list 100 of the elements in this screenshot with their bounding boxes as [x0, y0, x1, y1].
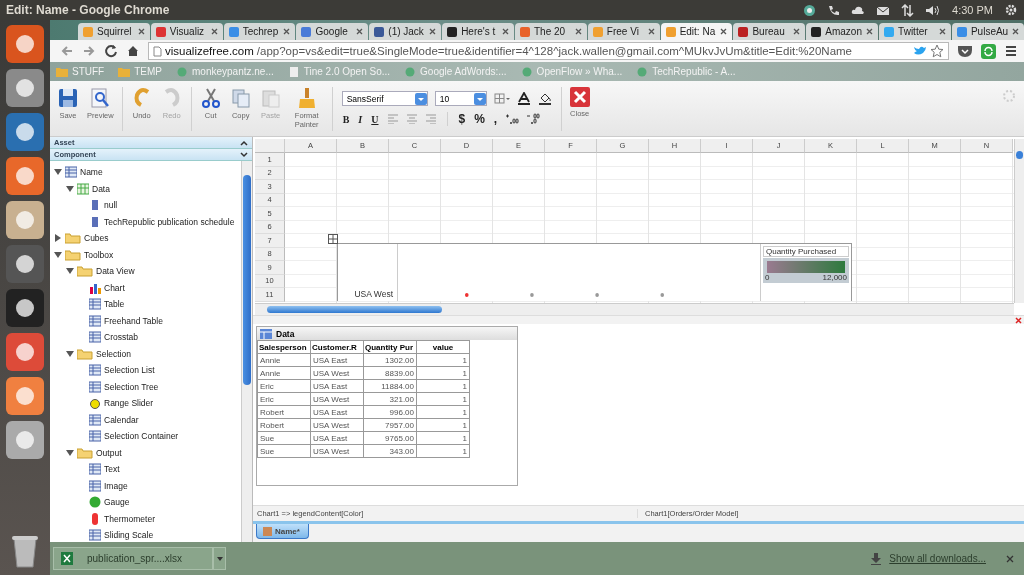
borders-icon[interactable]: [493, 92, 510, 105]
tree-item[interactable]: Freehand Table: [104, 315, 163, 326]
tree-item[interactable]: Cubes: [84, 233, 109, 244]
tree-item[interactable]: Selection Tree: [104, 381, 159, 392]
decrease-decimal-icon[interactable]: [526, 113, 541, 125]
scrollbar[interactable]: [241, 161, 252, 542]
number-format-button[interactable]: $: [457, 112, 467, 126]
app-launcher-icon[interactable]: [5, 332, 45, 372]
scrollbar[interactable]: [255, 303, 1014, 315]
tree-item[interactable]: Crosstab: [104, 332, 138, 343]
tree-item[interactable]: Name: [80, 167, 103, 178]
font-dropdown[interactable]: SansSerif: [341, 91, 428, 106]
browser-tab[interactable]: Edit: Na: [660, 23, 733, 40]
expander-icon[interactable]: [66, 267, 74, 276]
close-icon[interactable]: [137, 28, 145, 35]
tree-item[interactable]: Table: [104, 299, 125, 310]
phone-icon[interactable]: [827, 3, 841, 17]
app-launcher-icon[interactable]: [5, 68, 45, 108]
browser-tab[interactable]: Squirrel: [78, 23, 150, 40]
browser-tab[interactable]: Techrep: [223, 23, 296, 40]
url-field[interactable]: visualizefree.com /app?op=vs&edit=true&SingleMode=true&identifier=4^128^jack.wallen@gmail.com^MUkvJvUm&title=Edit:%20Name: [148, 42, 949, 60]
tree-item[interactable]: Sliding Scale: [104, 530, 154, 541]
number-format-button[interactable]: %: [473, 112, 486, 126]
browser-tab[interactable]: The 20: [514, 23, 587, 40]
expander-icon[interactable]: [66, 448, 74, 457]
expander-icon[interactable]: [54, 168, 62, 177]
app-launcher-icon[interactable]: [5, 112, 45, 152]
browser-tab[interactable]: Google: [296, 23, 369, 40]
scrollbar[interactable]: [1014, 139, 1024, 303]
increase-decimal-icon[interactable]: [505, 113, 520, 125]
close-icon[interactable]: [647, 28, 655, 35]
column-header[interactable]: Quantity Pur: [363, 340, 417, 354]
expander-icon[interactable]: [66, 184, 74, 193]
text-style-button[interactable]: B: [341, 113, 351, 125]
close-icon[interactable]: [793, 28, 801, 35]
close-icon[interactable]: [1015, 316, 1022, 324]
caret-button[interactable]: [213, 547, 226, 570]
browser-tab[interactable]: Bureau: [733, 23, 806, 40]
font-color-icon[interactable]: [516, 92, 531, 105]
close-icon[interactable]: [720, 28, 728, 35]
browser-tab[interactable]: Here's t: [442, 23, 514, 40]
column-header[interactable]: Salesperson: [257, 340, 311, 354]
pocket-icon[interactable]: [957, 44, 973, 58]
chart-frame[interactable]: USA West Quantity Purchased 0 12,000: [337, 243, 852, 301]
app-launcher-icon[interactable]: [5, 200, 45, 240]
app-launcher-icon[interactable]: [5, 24, 45, 64]
tree-item[interactable]: Selection Container: [104, 431, 179, 442]
text-style-button[interactable]: U: [370, 113, 380, 125]
close-icon[interactable]: [1011, 28, 1019, 35]
close-icon[interactable]: [501, 28, 509, 35]
tree-item[interactable]: Range Slider: [104, 398, 154, 409]
browser-tab[interactable]: Visualiz: [150, 23, 223, 40]
fill-color-icon[interactable]: [537, 92, 552, 105]
star-icon[interactable]: [930, 44, 944, 58]
size-dropdown[interactable]: 10: [434, 91, 487, 106]
tree-item[interactable]: null: [104, 200, 118, 211]
tree-item[interactable]: Output: [96, 447, 122, 458]
download-item[interactable]: publication_spr....xlsx: [53, 547, 213, 570]
tree-item[interactable]: Text: [104, 464, 120, 475]
trash-icon[interactable]: [10, 533, 40, 569]
close-icon[interactable]: [574, 28, 582, 35]
close-icon[interactable]: [210, 28, 218, 35]
close-icon[interactable]: [356, 28, 364, 35]
tree-item[interactable]: TechRepublic publication schedule: [104, 216, 235, 227]
app-launcher-icon[interactable]: [5, 244, 45, 284]
expander-icon[interactable]: [54, 250, 62, 259]
tree-item[interactable]: Gauge: [104, 497, 130, 508]
app-launcher-icon[interactable]: [5, 376, 45, 416]
tree-item[interactable]: Data View: [96, 266, 135, 277]
sheet-tab[interactable]: Name*: [256, 524, 309, 539]
menu-icon[interactable]: [1004, 44, 1018, 58]
browser-tab[interactable]: Free Vi: [587, 23, 660, 40]
column-header[interactable]: Customer.R: [310, 340, 364, 354]
tree-item[interactable]: Calendar: [104, 414, 139, 425]
clock[interactable]: 4:30 PM: [952, 4, 993, 16]
network-icon[interactable]: [901, 3, 915, 17]
reload-icon[interactable]: [104, 44, 118, 58]
expander-icon[interactable]: [66, 349, 74, 358]
tree-item[interactable]: Selection: [96, 348, 131, 359]
app-launcher-icon[interactable]: [5, 156, 45, 196]
browser-tab[interactable]: PulseAu: [951, 23, 1024, 40]
text-style-button[interactable]: I: [357, 113, 364, 125]
app-launcher-icon[interactable]: [5, 420, 45, 460]
close-icon[interactable]: [1006, 554, 1014, 563]
move-handle-icon[interactable]: [328, 234, 338, 244]
close-icon[interactable]: [866, 28, 874, 35]
chat-icon[interactable]: [803, 3, 817, 17]
column-header[interactable]: value: [416, 340, 470, 354]
tree-item[interactable]: Thermometer: [104, 513, 155, 524]
bird-icon[interactable]: [913, 45, 927, 57]
tree-item[interactable]: Toolbox: [84, 249, 114, 260]
volume-icon[interactable]: [925, 3, 942, 17]
home-icon[interactable]: [126, 44, 140, 58]
tree-item[interactable]: Image: [104, 480, 128, 491]
browser-tab[interactable]: Twitter: [879, 23, 951, 40]
close-icon[interactable]: [283, 28, 291, 35]
gear-icon[interactable]: [1004, 3, 1018, 17]
app-launcher-icon[interactable]: [5, 288, 45, 328]
browser-tab[interactable]: Amazon: [806, 23, 879, 40]
forward-icon[interactable]: [82, 44, 96, 58]
